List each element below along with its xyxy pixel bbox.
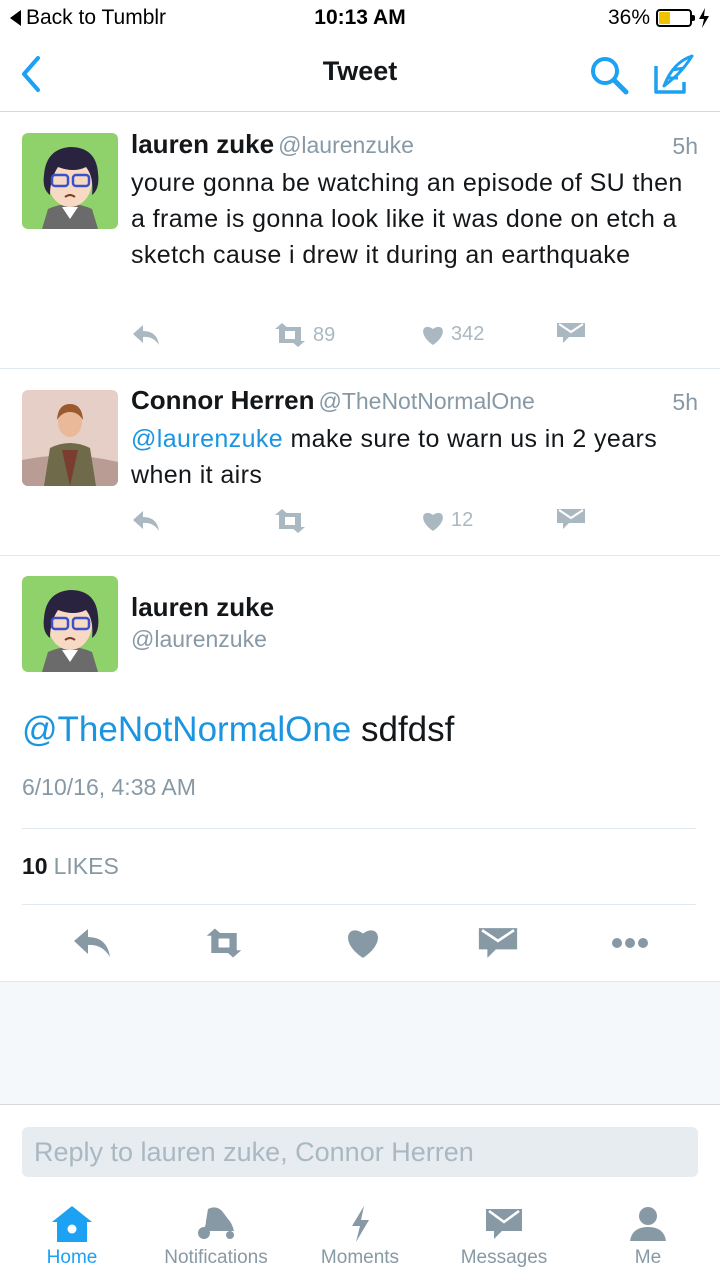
tweet-author: lauren zuke @laurenzuke — [131, 129, 414, 160]
search-icon[interactable] — [588, 54, 630, 96]
more-options-icon[interactable] — [610, 926, 650, 960]
mention-link[interactable]: @laurenzuke — [131, 425, 283, 453]
reply-button[interactable] — [131, 323, 161, 347]
battery-status: 36% — [608, 6, 710, 30]
status-bar: Back to Tumblr 10:13 AM 36% — [0, 0, 720, 36]
tweet-timestamp: 5h — [672, 133, 698, 159]
charging-bolt-icon — [699, 8, 709, 28]
avatar[interactable] — [22, 390, 118, 486]
like-button[interactable]: 12 — [421, 509, 473, 532]
reply-input[interactable]: Reply to lauren zuke, Connor Herren — [22, 1127, 698, 1177]
retweet-button[interactable]: 89 — [273, 323, 335, 347]
tab-notifications[interactable]: Notifications — [146, 1205, 286, 1275]
compose-icon[interactable] — [652, 52, 696, 96]
tweet-timestamp: 5h — [672, 389, 698, 415]
avatar[interactable] — [22, 576, 118, 672]
retweet-button[interactable] — [273, 509, 307, 533]
tab-messages[interactable]: Messages — [434, 1205, 574, 1275]
lightning-icon — [352, 1206, 369, 1242]
direct-message-button[interactable] — [557, 509, 585, 531]
empty-area — [0, 981, 720, 1105]
tab-label: Me — [634, 1247, 662, 1268]
reply-icon[interactable] — [72, 926, 112, 960]
envelope-icon[interactable] — [478, 926, 518, 960]
author-handle: @laurenzuke — [278, 132, 414, 158]
tweet-author: Connor Herren @TheNotNormalOne — [131, 385, 535, 416]
tweet-item[interactable]: lauren zuke @laurenzuke 5h youre gonna be… — [0, 113, 720, 369]
battery-icon — [656, 9, 695, 27]
tab-home[interactable]: Home — [2, 1205, 142, 1275]
tab-moments[interactable]: Moments — [290, 1205, 430, 1275]
likes-summary[interactable]: 10 LIKES — [22, 853, 119, 880]
tweet-item[interactable]: Connor Herren @TheNotNormalOne 5h @lauren… — [0, 369, 720, 556]
author-handle: @TheNotNormalOne — [318, 388, 535, 414]
likes-label: LIKES — [53, 853, 119, 879]
tweet-text: youre gonna be watching an episode of SU… — [131, 169, 683, 269]
like-button[interactable]: 342 — [421, 323, 484, 346]
person-icon — [630, 1207, 666, 1241]
envelope-icon — [486, 1209, 522, 1239]
mention-link[interactable]: @TheNotNormalOne — [22, 710, 351, 749]
direct-message-button[interactable] — [557, 323, 585, 345]
like-count: 342 — [451, 323, 485, 345]
heart-icon — [423, 326, 443, 345]
author-name[interactable]: lauren zuke — [131, 592, 274, 623]
retweet-icon — [275, 509, 305, 533]
tweet-actions: 12 — [131, 509, 601, 539]
tweet-date: 6/10/16, 4:38 AM — [22, 774, 196, 800]
tweet-text: @laurenzuke make sure to warn us in 2 ye… — [131, 421, 701, 493]
navigation-bar: Tweet — [0, 36, 720, 112]
reply-button[interactable] — [131, 509, 161, 533]
retweet-icon — [275, 323, 305, 347]
divider — [22, 904, 696, 905]
reply-icon — [133, 325, 159, 345]
retweet-count: 89 — [313, 323, 336, 346]
tweet-text-rest: sdfdsf — [351, 710, 455, 749]
tweet-actions: 89 342 — [131, 323, 601, 353]
heart-icon — [423, 512, 443, 531]
author-name[interactable]: lauren zuke — [131, 129, 274, 159]
tab-label: Messages — [460, 1247, 548, 1268]
tab-label: Moments — [320, 1247, 400, 1268]
like-count: 12 — [451, 509, 474, 531]
author-name[interactable]: Connor Herren — [131, 385, 314, 415]
likes-count: 10 — [22, 853, 48, 879]
avatar[interactable] — [22, 133, 118, 229]
tab-label: Home — [46, 1247, 98, 1268]
divider — [22, 828, 696, 829]
tab-label: Notifications — [164, 1247, 268, 1268]
tab-me[interactable]: Me — [578, 1205, 718, 1275]
home-icon — [52, 1206, 92, 1242]
author-handle: @laurenzuke — [131, 626, 267, 652]
envelope-icon — [557, 323, 585, 343]
envelope-icon — [557, 509, 585, 529]
tweet-text: @TheNotNormalOne sdfdsf — [22, 710, 454, 750]
retweet-icon[interactable] — [204, 926, 244, 960]
battery-percent: 36% — [607, 6, 650, 29]
bell-icon — [198, 1207, 234, 1239]
heart-icon[interactable] — [343, 926, 383, 960]
reply-icon — [133, 511, 159, 531]
